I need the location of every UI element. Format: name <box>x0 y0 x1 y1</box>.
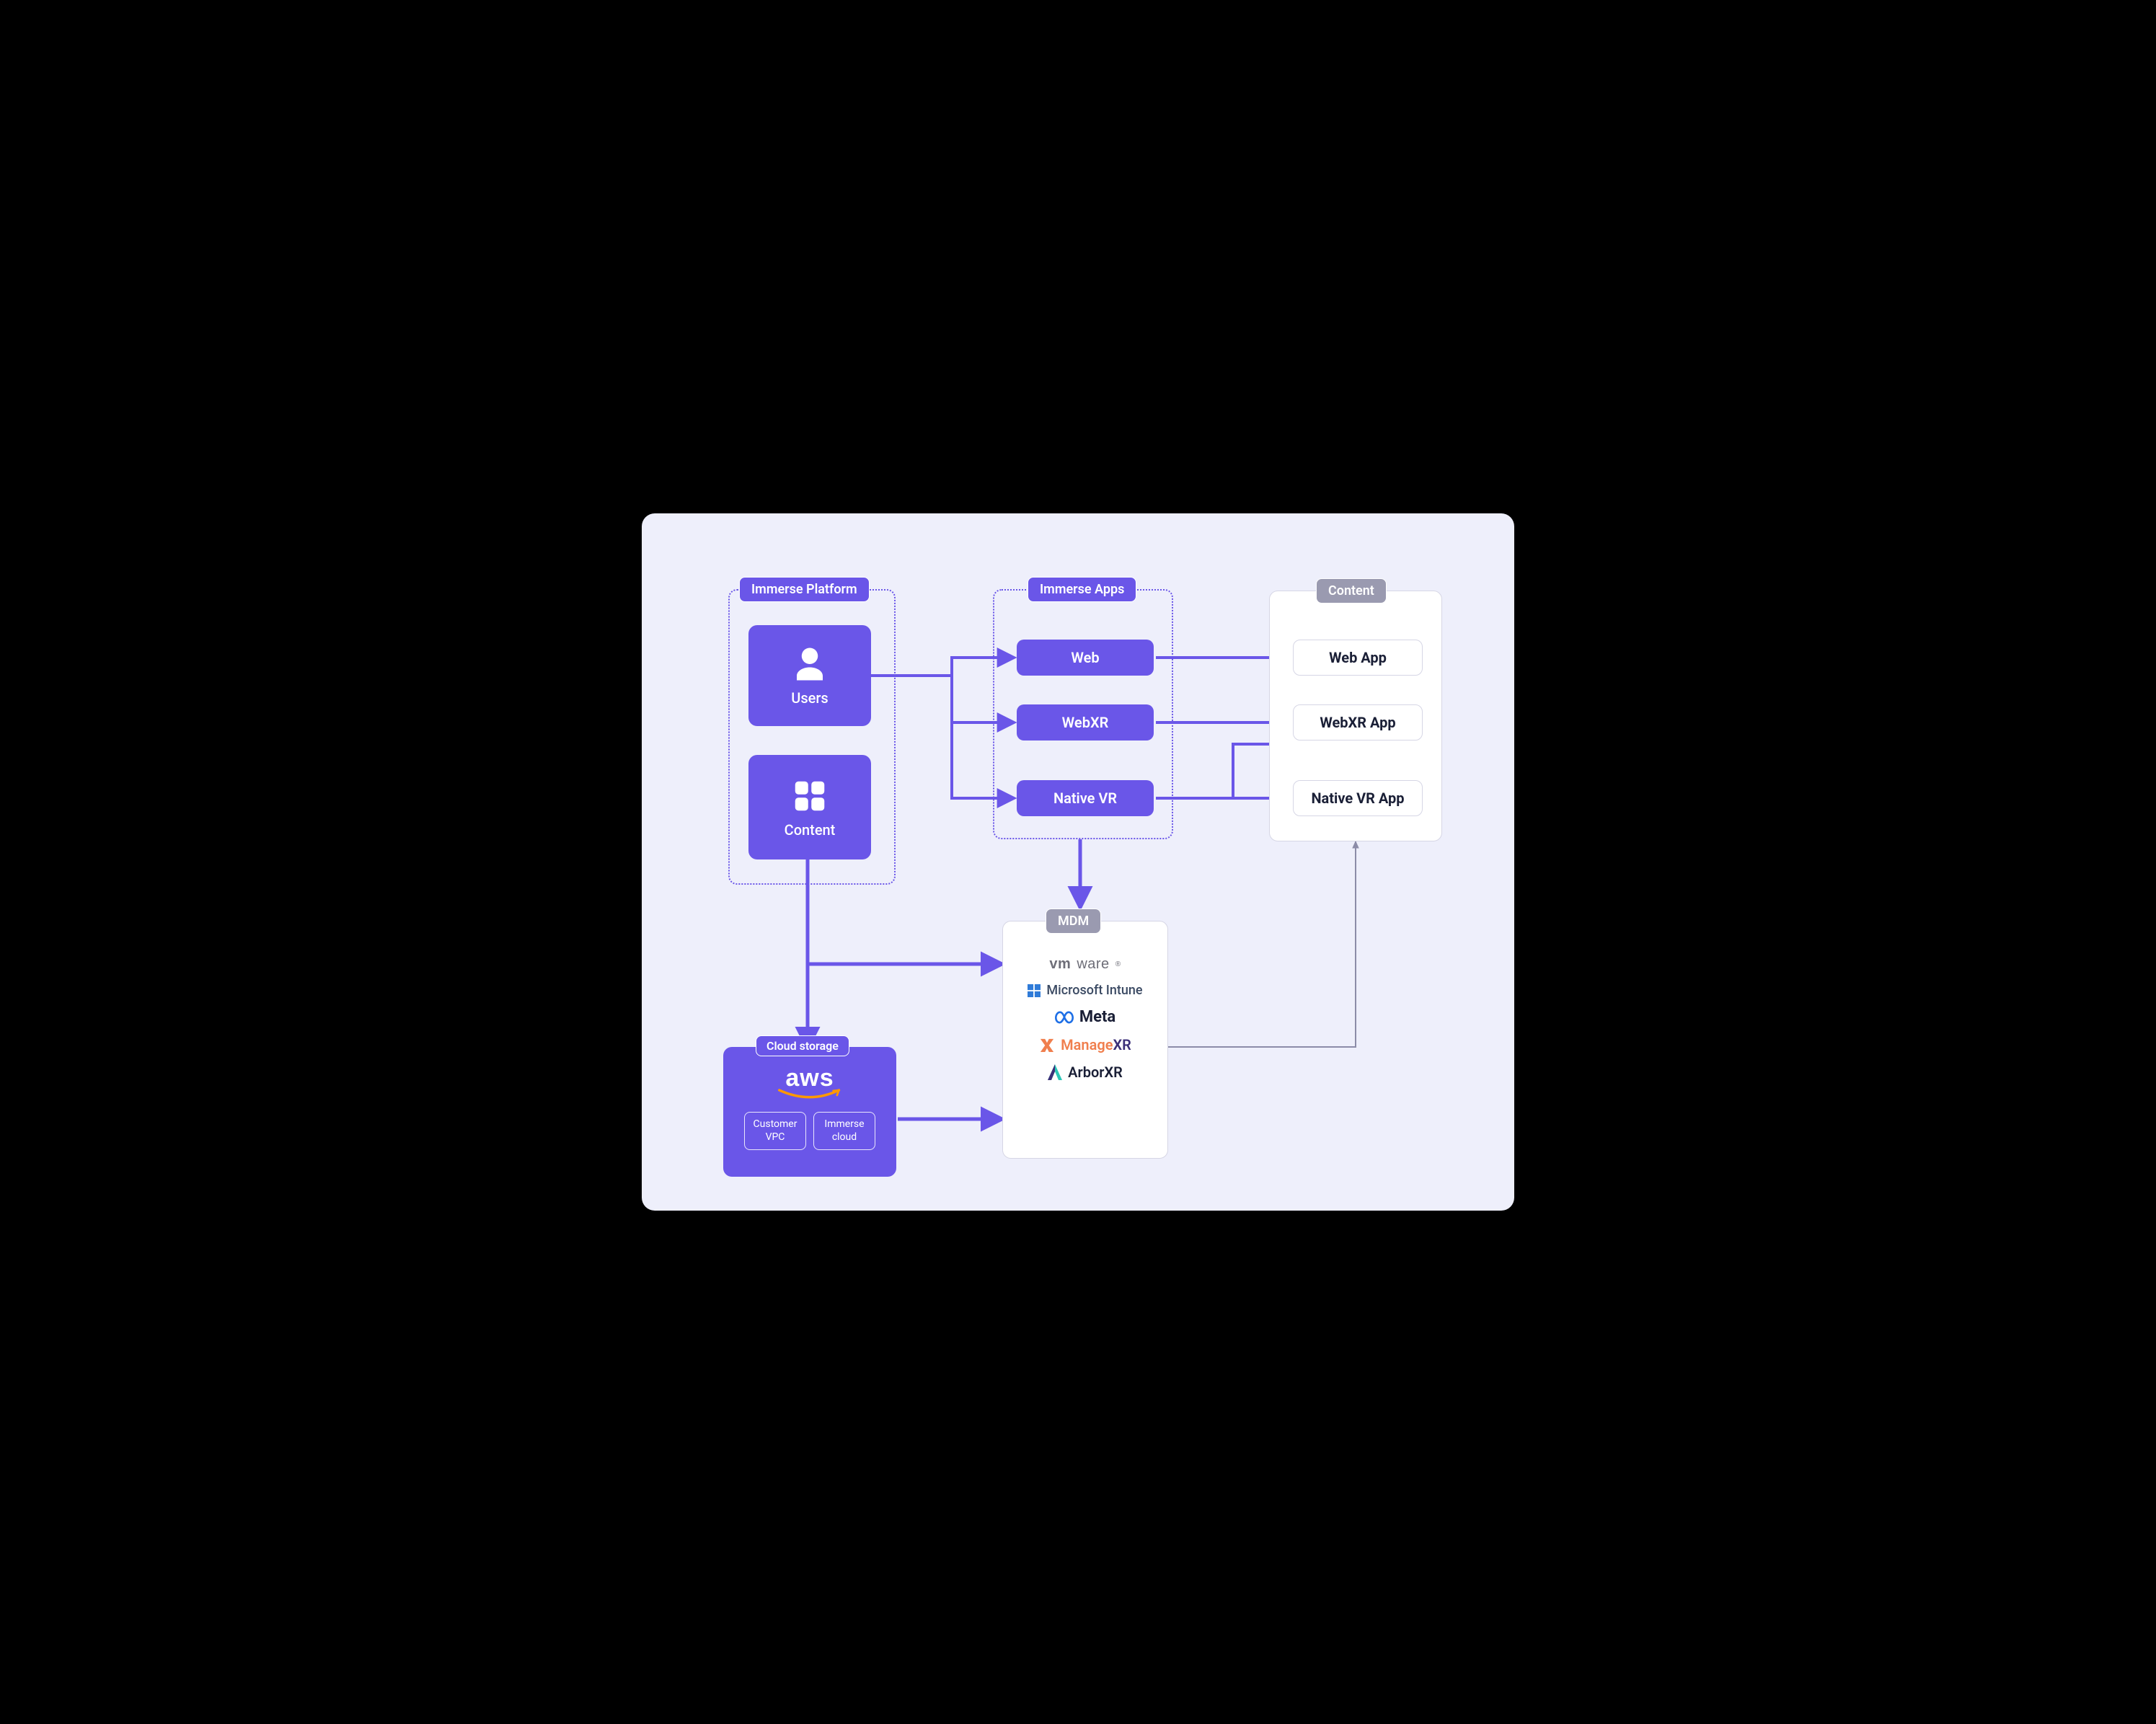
user-icon <box>790 645 829 684</box>
cloud-storage-title: Cloud storage <box>756 1035 849 1056</box>
windows-icon <box>1028 984 1041 997</box>
aws-logo-text: aws <box>785 1066 834 1090</box>
app-web: Web <box>1017 640 1154 676</box>
platform-content-label: Content <box>785 821 836 839</box>
platform-users-card: Users <box>748 625 871 726</box>
platform-content-card: Content <box>748 755 871 859</box>
vendor-managexr: ManageXR <box>1039 1036 1131 1053</box>
storage-customer-vpc: Customer VPC <box>744 1112 806 1150</box>
content-webxr-app: WebXR App <box>1293 704 1423 741</box>
mdm-title: MDM <box>1046 909 1101 934</box>
content-nativevr-app: Native VR App <box>1293 780 1423 816</box>
content-title: Content <box>1316 578 1387 604</box>
aws-smile-icon <box>778 1089 841 1102</box>
vendor-microsoft-intune: Microsoft Intune <box>1028 983 1142 998</box>
vendor-arborxr: ArborXR <box>1048 1064 1123 1081</box>
meta-icon <box>1055 1010 1074 1025</box>
immerse-apps-title: Immerse Apps <box>1028 577 1136 602</box>
storage-immerse-cloud: Immerse cloud <box>813 1112 875 1150</box>
vendor-vmware: vmware® <box>1049 956 1121 973</box>
cloud-storage-card: aws Customer VPC Immerse cloud <box>723 1047 896 1177</box>
content-web-app: Web App <box>1293 640 1423 676</box>
arborxr-icon <box>1048 1064 1062 1080</box>
mdm-vendor-list: vmware® Microsoft Intune Meta ManageXR A… <box>1003 956 1167 1081</box>
vendor-meta: Meta <box>1055 1008 1115 1026</box>
app-webxr: WebXR <box>1017 704 1154 741</box>
managexr-icon <box>1039 1038 1055 1052</box>
grid-icon <box>790 777 829 815</box>
architecture-diagram: Immerse Platform Users Content Immerse A… <box>642 513 1514 1211</box>
mdm-group: vmware® Microsoft Intune Meta ManageXR A… <box>1002 921 1168 1159</box>
immerse-platform-title: Immerse Platform <box>739 577 870 602</box>
app-nativevr: Native VR <box>1017 780 1154 816</box>
platform-users-label: Users <box>791 689 828 707</box>
